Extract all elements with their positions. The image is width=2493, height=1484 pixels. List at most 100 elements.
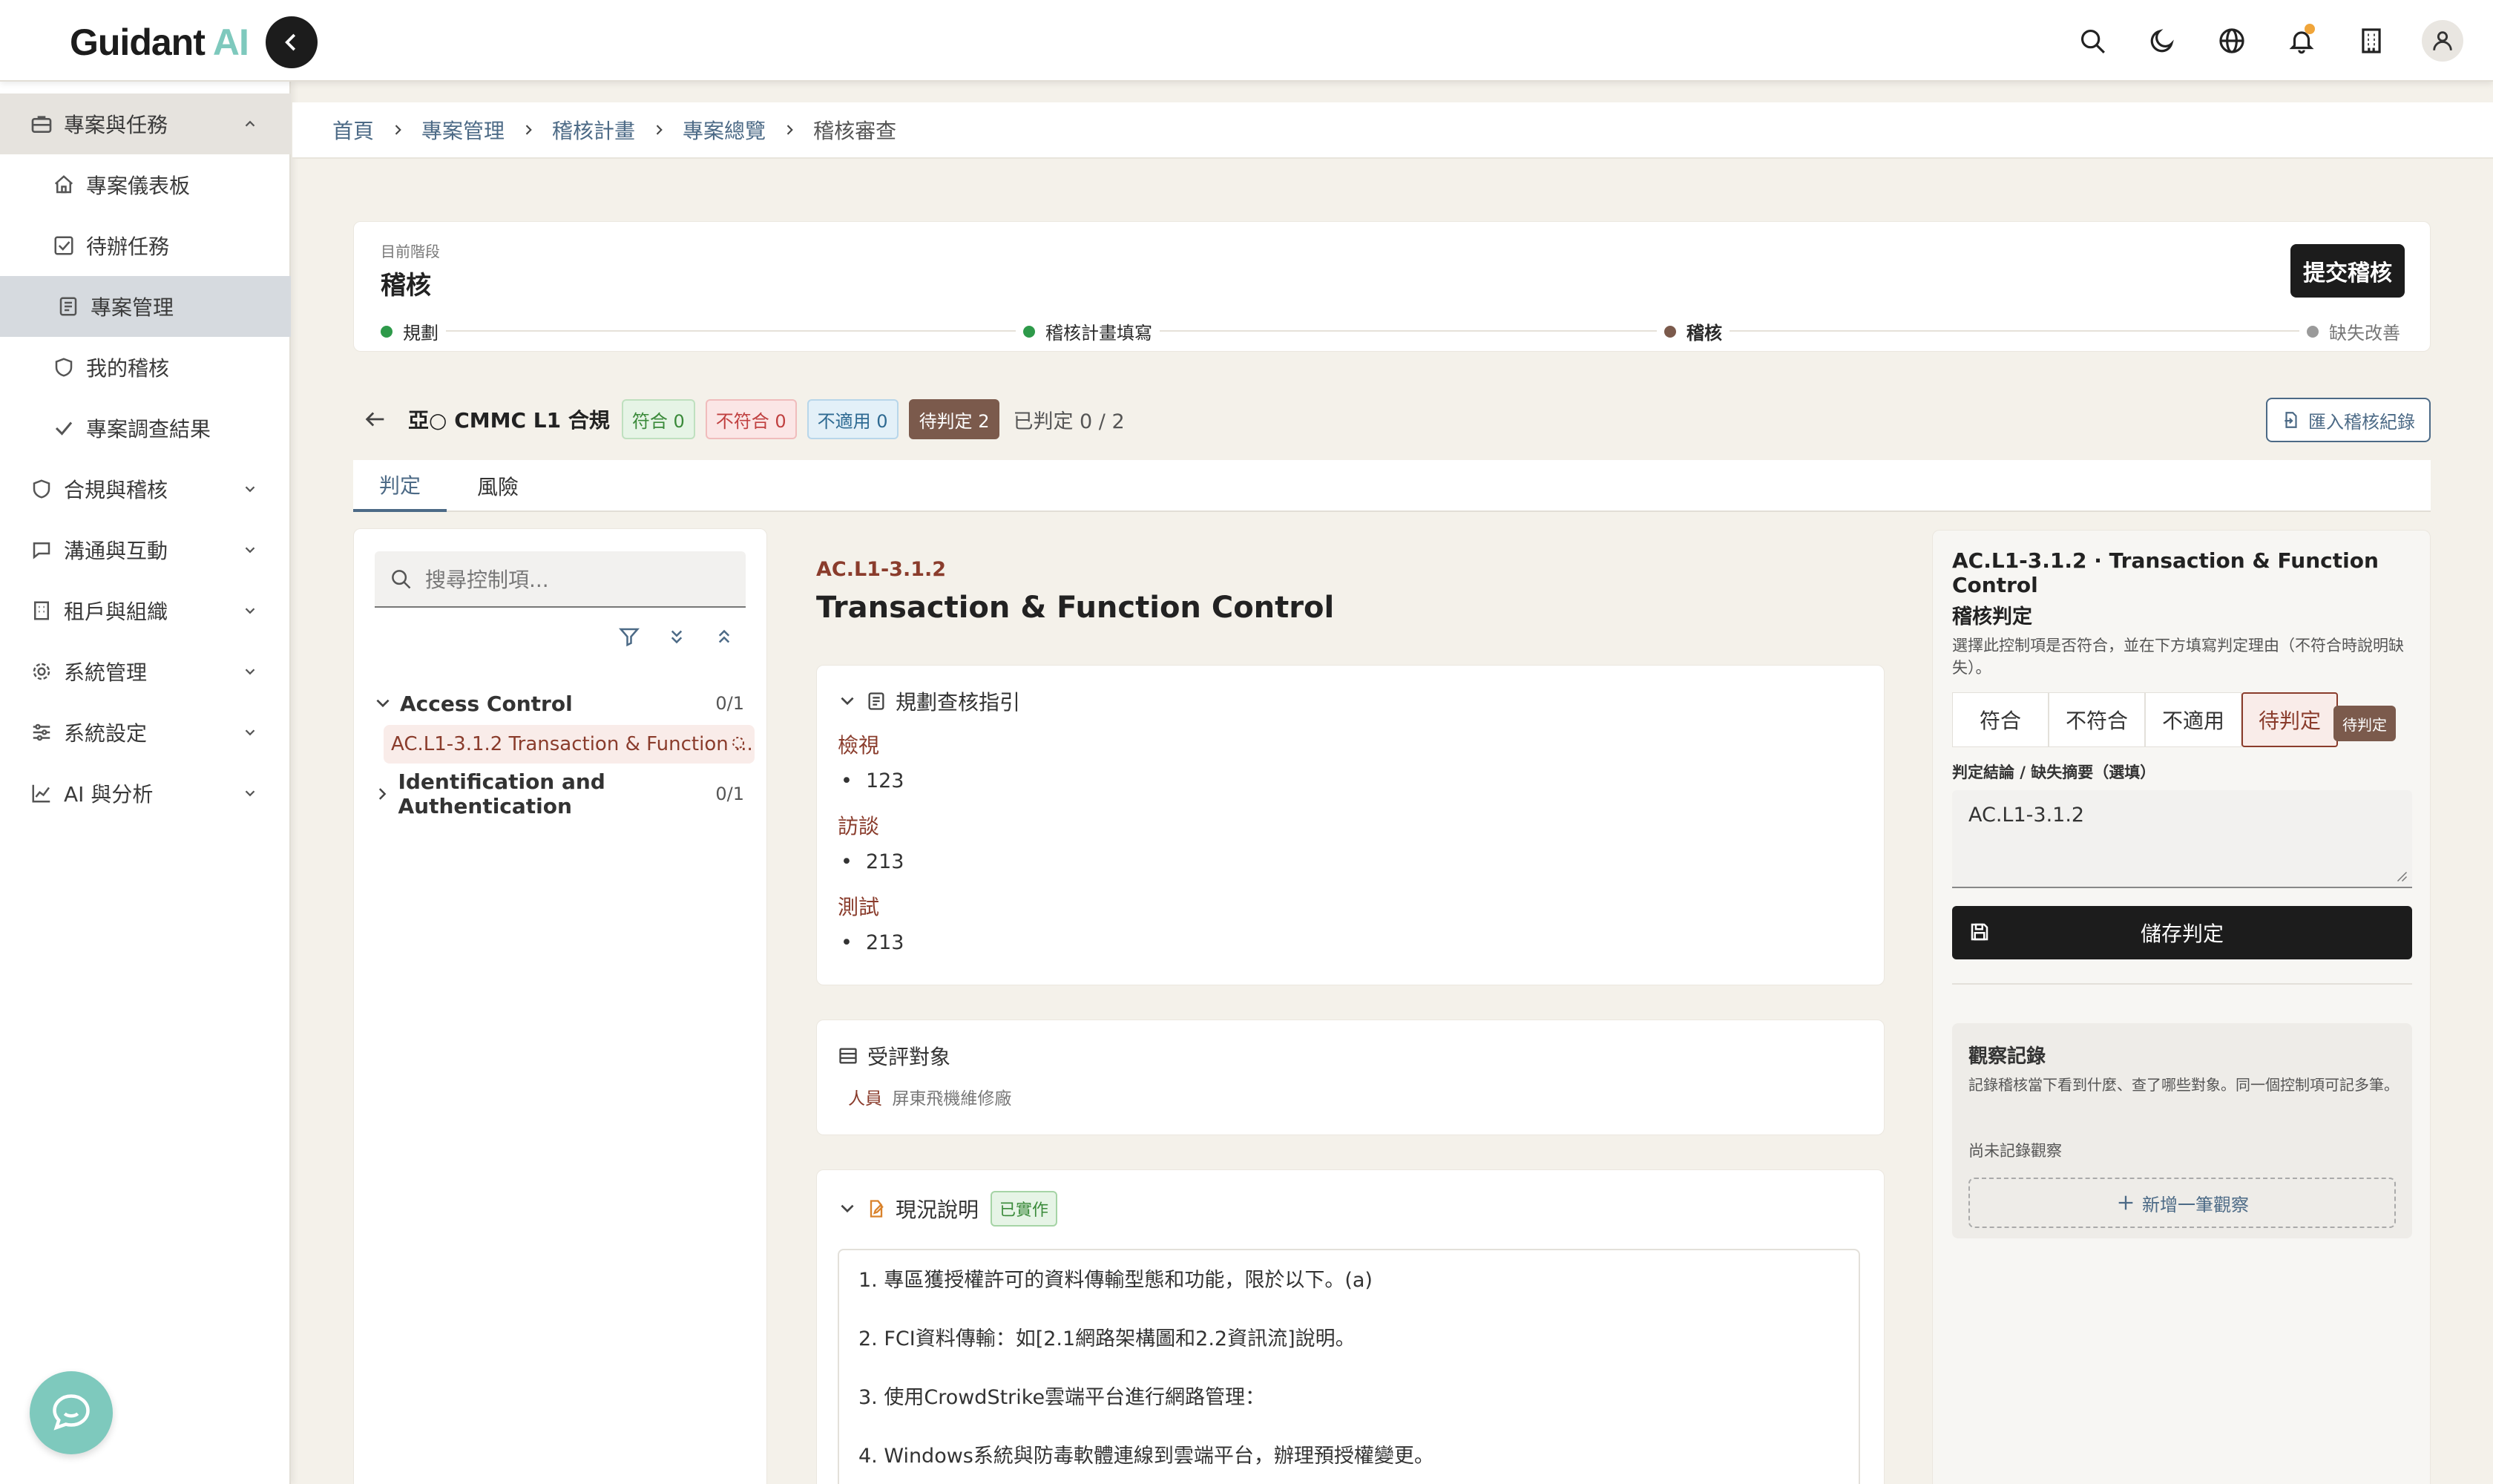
save-judgement-button[interactable]: 儲存判定: [1952, 906, 2412, 959]
current-status-text[interactable]: 1. 專區獲授權許可的資料傳輸型態和功能，限於以下。(a) 2. FCI資料傳輸…: [838, 1249, 1860, 1484]
breadcrumb-project-overview[interactable]: 專案總覽: [683, 115, 766, 145]
document-icon: [55, 293, 82, 320]
back-arrow-icon[interactable]: [353, 397, 398, 441]
user-avatar[interactable]: [2422, 20, 2463, 62]
tree-group-count: 0/1: [715, 693, 744, 714]
filter-icon[interactable]: [618, 626, 640, 653]
bell-icon[interactable]: [2282, 19, 2321, 62]
target-role: 人員: [848, 1089, 882, 1109]
briefcase-icon: [28, 111, 55, 137]
collapse-all-icon[interactable]: [713, 626, 735, 653]
guide-heading-interview: 訪談: [838, 814, 880, 838]
conclusion-label: 判定結論 / 缺失摘要（選填）: [1952, 764, 2156, 781]
check-icon: [50, 415, 77, 441]
breadcrumb-audit-plan[interactable]: 稽核計畫: [552, 115, 635, 145]
moon-icon[interactable]: [2143, 19, 2181, 62]
sidebar-item-label: 專案管理: [91, 295, 174, 320]
leaf-id: AC.L1-3.1.2: [391, 733, 503, 755]
audit-guide-card: 規劃查核指引 檢視 123 訪談 213 測試 213: [816, 665, 1885, 985]
sidebar-item-system-admin[interactable]: 系統管理: [0, 641, 291, 702]
sidebar-item-my-audits[interactable]: 我的稽核: [0, 337, 291, 398]
chevron-left-icon: [285, 33, 296, 51]
badge-compliant: 符合 0: [621, 399, 695, 439]
sidebar-item-communication[interactable]: 溝通與互動: [0, 519, 291, 580]
sidebar-item-system-settings[interactable]: 系統設定: [0, 702, 291, 763]
chevron-down-icon: [242, 539, 258, 563]
globe-icon[interactable]: [2213, 19, 2251, 62]
audit-target-title: 受評對象: [867, 1045, 951, 1069]
current-status-header[interactable]: 現況說明 已實作: [838, 1191, 1863, 1227]
sidebar-item-tenants[interactable]: 租戶與組織: [0, 580, 291, 641]
sidebar-item-label: 系統管理: [64, 660, 148, 685]
audit-summary-row: 亞○ CMMC L1 合規 符合 0 不符合 0 不適用 0 待判定 2 已判定…: [353, 393, 2431, 445]
tree-group-identification[interactable]: Identification and Authentication 0/1: [373, 769, 749, 818]
import-audit-records-button[interactable]: 匯入稽核紀錄: [2266, 398, 2431, 442]
badge-not-applicable: 不適用 0: [807, 399, 899, 439]
stage-title: 稽核: [381, 271, 431, 301]
control-id: AC.L1-3.1.2: [816, 558, 947, 581]
observation-description: 記錄稽核當下看到什麼、查了哪些對象。同一個控制項可記多筆。: [1968, 1076, 2399, 1094]
sidebar-item-label: 租戶與組織: [64, 600, 168, 624]
tree-leaf-ac-l1-3-1-2[interactable]: AC.L1-3.1.2 Transaction & Function ...: [384, 725, 755, 764]
tree-group-access-control[interactable]: Access Control 0/1: [373, 683, 749, 723]
sidebar-item-projects-tasks[interactable]: 專案與任務: [0, 93, 291, 154]
breadcrumb-home[interactable]: 首頁: [332, 115, 374, 145]
framework-name: CMMC L1 合規: [454, 408, 610, 433]
audit-guide-header[interactable]: 規劃查核指引: [838, 686, 1863, 716]
chat-icon: [28, 536, 55, 563]
status-line: 1. 專區獲授權許可的資料傳輸型態和功能，限於以下。(a): [858, 1269, 1373, 1292]
observation-title: 觀察記錄: [1968, 1045, 2046, 1068]
document-icon: [866, 691, 887, 712]
chevron-down-icon: [242, 600, 258, 624]
sidebar-item-todo-tasks[interactable]: 待辦任務: [0, 215, 291, 276]
search-icon[interactable]: [2073, 19, 2112, 62]
sidebar-item-ai-analytics[interactable]: AI 與分析: [0, 763, 291, 824]
breadcrumb-project-management[interactable]: 專案管理: [421, 115, 505, 145]
app-logo[interactable]: Guidant AI: [70, 21, 249, 64]
save-label: 儲存判定: [2140, 922, 2224, 946]
import-label: 匯入稽核紀錄: [2308, 411, 2415, 433]
tab-risk[interactable]: 風險: [457, 460, 539, 512]
sidebar-item-label: 溝通與互動: [64, 539, 168, 563]
option-compliant[interactable]: 符合: [1952, 692, 2049, 747]
import-icon: [2285, 412, 2297, 428]
chevron-down-icon: [376, 699, 390, 708]
sidebar-item-project-management[interactable]: 專案管理: [0, 276, 291, 337]
building-icon[interactable]: [2352, 19, 2391, 62]
chevron-up-icon: [242, 113, 258, 137]
step-label: 稽核計畫填寫: [1045, 323, 1152, 344]
step-label: 缺失改善: [2329, 323, 2400, 344]
audit-target-header: 受評對象: [838, 1041, 1863, 1071]
option-pending[interactable]: 待判定: [2241, 692, 2338, 747]
tab-judgement[interactable]: 判定: [353, 460, 447, 512]
resize-handle-icon[interactable]: [2394, 869, 2408, 882]
add-observation-button[interactable]: 新增一筆觀察: [1968, 1178, 2396, 1228]
stage-step-remediation: 缺失改善: [2299, 318, 2408, 344]
badge-pending: 待判定 2: [908, 399, 1000, 439]
sidebar-item-project-dashboard[interactable]: 專案儀表板: [0, 154, 291, 215]
collapse-sidebar-button[interactable]: [266, 16, 318, 68]
save-icon: [1968, 921, 1991, 948]
stage-step-audit: 稽核: [1657, 318, 1730, 344]
judgement-description: 選擇此控制項是否符合，並在下方填寫判定理由（不符合時說明缺失）。: [1952, 637, 2404, 677]
search-placeholder: 搜尋控制項...: [425, 568, 549, 592]
chat-assistant-button[interactable]: [30, 1371, 113, 1454]
sidebar-item-findings[interactable]: 專案調查結果: [0, 398, 291, 459]
home-icon: [50, 171, 77, 198]
conclusion-textarea[interactable]: AC.L1-3.1.2: [1952, 790, 2412, 888]
shield-icon: [50, 354, 77, 381]
option-noncompliant[interactable]: 不符合: [2049, 692, 2145, 747]
submit-audit-button[interactable]: 提交稽核: [2290, 244, 2405, 298]
control-search-input[interactable]: 搜尋控制項...: [375, 551, 746, 608]
stage-card: 目前階段 稽核 提交稽核 規劃 稽核計畫填寫 稽核 缺失改善: [353, 221, 2431, 352]
chevron-right-icon: [378, 788, 387, 800]
sidebar-item-label: 系統設定: [64, 721, 148, 746]
sidebar-item-compliance[interactable]: 合規與稽核: [0, 459, 291, 519]
logo-accent: AI: [212, 22, 249, 63]
option-not-applicable[interactable]: 不適用: [2145, 692, 2241, 747]
shield-icon: [28, 476, 55, 502]
expand-all-icon[interactable]: [666, 626, 688, 653]
panel-divider: [1952, 983, 2412, 985]
chevron-down-icon: [242, 478, 258, 502]
framework-prefix: 亞○: [408, 408, 447, 433]
